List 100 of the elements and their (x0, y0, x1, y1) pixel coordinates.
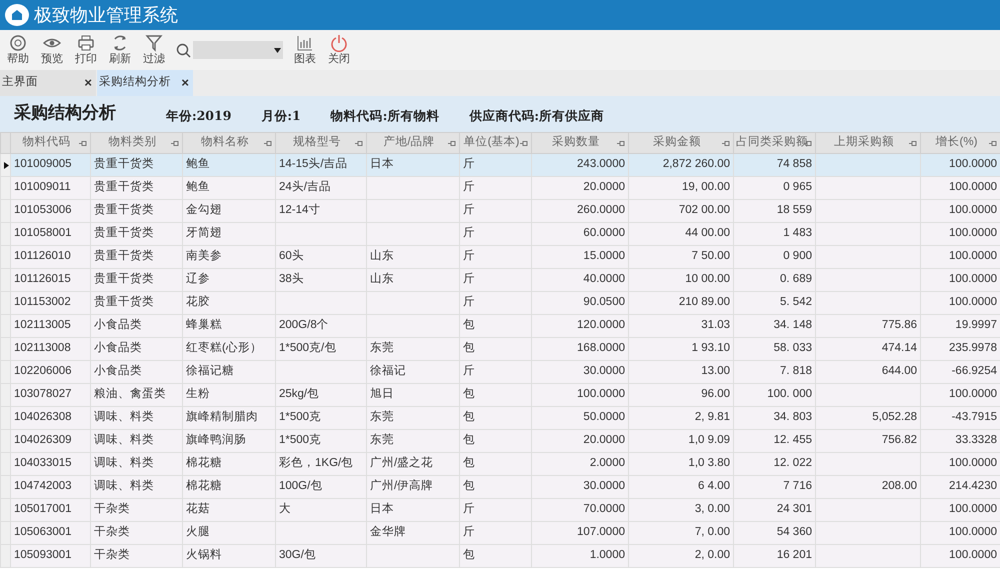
table-cell: 生粉 (186, 388, 210, 400)
pin-icon[interactable] (355, 140, 363, 147)
pin-icon[interactable] (722, 140, 730, 147)
table-cell: 小食品类 (94, 365, 142, 378)
printer-icon (77, 34, 95, 52)
column-header[interactable]: 物料代码 (10, 132, 90, 154)
pin-icon[interactable] (79, 140, 87, 147)
table-cell: 广州/盛之花 (370, 457, 434, 470)
table-cell: 徐福记糖 (186, 365, 234, 378)
table-cell: 54 360 (776, 526, 812, 538)
power-icon (330, 34, 348, 52)
table-cell: 2,872 260.00 (662, 158, 730, 170)
table-cell: 花胶 (186, 296, 210, 308)
table-cell: 100. 000 (767, 388, 812, 400)
toolbar-button[interactable]: 过滤 (140, 34, 168, 66)
table-cell: 24头/吉品 (279, 181, 331, 194)
toolbar-button[interactable]: 关闭 (325, 34, 353, 66)
table-cell: 775.86 (882, 319, 917, 332)
toolbar-button[interactable]: 预览 (38, 34, 66, 66)
table-cell: 山东 (370, 273, 394, 286)
pin-icon[interactable] (909, 140, 917, 147)
column-header[interactable]: 规格型号 (276, 132, 366, 154)
table-cell: 18 559 (776, 204, 812, 216)
table-cell: 104742003 (14, 480, 72, 492)
table-cell: 104026308 (14, 411, 72, 424)
table-cell: 58. 033 (774, 342, 812, 354)
table-cell: 100.0000 (949, 181, 997, 194)
table-cell: 0 900 (783, 250, 812, 262)
toolbar-button[interactable]: 图表 (291, 34, 319, 66)
table-cell: 斤 (463, 181, 475, 194)
table-cell: 7 716 (783, 480, 812, 492)
table-cell: 31.03 (701, 319, 730, 332)
table-cell: 1*500克 (279, 411, 322, 424)
table-cell: 260.0000 (577, 204, 625, 216)
table-cell: 235.9978 (949, 342, 997, 354)
pin-icon[interactable] (520, 140, 528, 147)
table-cell: 101053006 (14, 204, 72, 216)
table-cell: 702 00.00 (678, 204, 730, 216)
logo-icon (4, 3, 30, 27)
table-cell: 南美参 (186, 250, 222, 262)
table-cell: 104026309 (14, 434, 72, 446)
table-cell: 斤 (463, 227, 475, 240)
toolbar-button[interactable]: 打印 (72, 34, 100, 66)
table-cell: 100.0000 (949, 158, 997, 170)
report-title: 采购结构分析 (14, 102, 116, 124)
table-cell: 7, 0.00 (694, 526, 730, 538)
table-cell: 16 201 (776, 549, 812, 562)
toolbar-button[interactable]: 帮助 (4, 34, 32, 66)
table-cell: 20.0000 (583, 181, 625, 194)
table-cell: 168.0000 (577, 342, 625, 354)
table-cell: 1*500克/包 (279, 342, 336, 354)
pin-icon[interactable] (617, 140, 625, 147)
pin-icon[interactable] (989, 140, 997, 147)
column-header[interactable]: 物料类别 (90, 132, 182, 154)
table-cell: 金勾翅 (186, 204, 222, 216)
pin-icon[interactable] (448, 140, 456, 147)
close-button[interactable]: × (181, 73, 191, 93)
column-header[interactable]: 物料名称 (182, 132, 276, 154)
column-header[interactable]: 采购金额 (628, 132, 734, 154)
table-cell: 12-14寸 (279, 204, 320, 216)
table-cell: 101126015 (14, 273, 71, 286)
table-cell: 100G/包 (279, 480, 322, 492)
table-cell: 15.0000 (583, 250, 625, 262)
table-cell: 100.0000 (949, 250, 997, 262)
table-cell: 包 (463, 388, 475, 400)
table-cell: 2, 9.81 (694, 411, 730, 424)
table-cell: 2.0000 (590, 457, 625, 470)
table-cell: 调味、料类 (94, 434, 154, 446)
table-cell: 金华牌 (370, 526, 406, 538)
table-cell: 小食品类 (94, 342, 142, 354)
table-cell: 调味、料类 (94, 480, 154, 492)
table-cell: 100.0000 (949, 273, 997, 286)
table-cell: 干杂类 (94, 549, 130, 562)
table-cell: 贵重干货类 (94, 250, 154, 262)
table-cell: 旗峰鸭润肠 (186, 434, 246, 446)
tab[interactable]: 采购结构分析 × (97, 70, 193, 96)
pin-icon[interactable] (264, 140, 272, 147)
pin-icon[interactable] (171, 140, 179, 147)
table-cell: 101009011 (14, 181, 71, 194)
close-button[interactable]: × (84, 73, 94, 93)
toolbar-button[interactable]: 刷新 (106, 34, 134, 66)
table-cell: 包 (463, 319, 475, 332)
table-cell: 5,052.28 (872, 411, 917, 424)
table-cell: -66.9254 (952, 365, 997, 378)
table-cell: 3, 0.00 (694, 503, 730, 516)
column-header[interactable]: 产地/品牌 (366, 132, 460, 154)
table-cell: 斤 (463, 526, 475, 538)
table-cell: 107.0000 (577, 526, 625, 538)
column-header[interactable]: 上期采购额 (816, 132, 920, 154)
table-cell: 斤 (463, 503, 475, 516)
tab[interactable]: 主界面 × (0, 70, 96, 96)
table-cell: 74 858 (776, 158, 812, 170)
table-cell: 7 50.00 (692, 250, 730, 262)
table-cell: 大 (279, 503, 291, 516)
column-header[interactable]: 占同类采购额 (734, 132, 816, 154)
table-cell: 东莞 (370, 411, 394, 424)
column-header[interactable]: 采购数量 (532, 132, 628, 154)
table-cell: 干杂类 (94, 526, 130, 538)
table-cell: 2, 0.00 (694, 549, 730, 562)
table-cell: 210 89.00 (678, 296, 730, 308)
